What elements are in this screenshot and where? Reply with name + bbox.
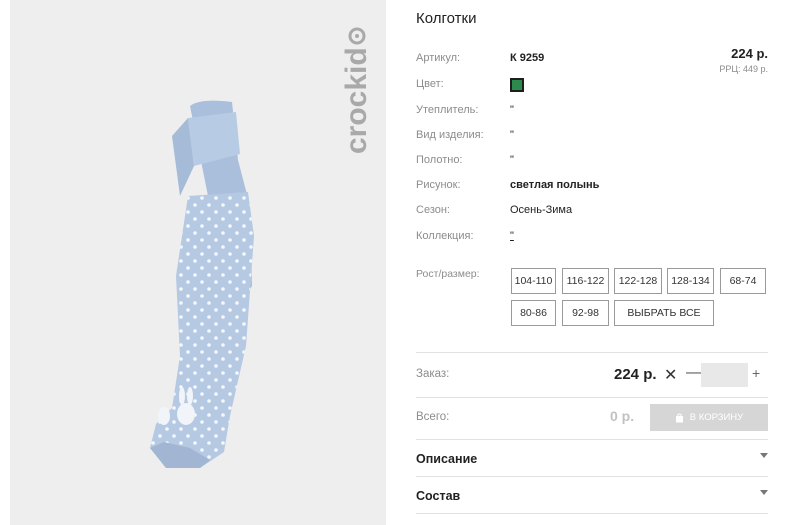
add-to-cart-button[interactable]: В КОРЗИНУ (650, 404, 768, 431)
add-to-cart-label: В КОРЗИНУ (689, 412, 744, 423)
decrease-quantity-button[interactable]: — (686, 364, 702, 382)
attr-value: " (510, 154, 514, 166)
divider (416, 397, 768, 398)
multiply-icon: ✕ (664, 367, 678, 384)
accordion-label: Описание (416, 452, 478, 466)
attr-value: К 9259 (510, 52, 545, 64)
attr-label: Цвет: (416, 78, 444, 90)
accordion-composition[interactable]: Состав (416, 486, 768, 506)
divider (416, 513, 768, 514)
size-option-128-134[interactable]: 128-134 (667, 268, 714, 294)
size-option-92-98[interactable]: 92-98 (562, 300, 609, 326)
attr-value: " (510, 129, 514, 141)
order-unit-price: 224 р. (614, 366, 657, 383)
attr-label: Коллекция: (416, 230, 474, 242)
attr-value: светлая полынь (510, 179, 600, 191)
attr-value: " (510, 104, 514, 116)
divider (416, 439, 768, 440)
select-all-sizes-button[interactable]: ВЫБРАТЬ ВСЕ (614, 300, 714, 326)
divider (416, 352, 768, 353)
collection-link[interactable]: " (510, 229, 514, 243)
attr-label: Артикул: (416, 52, 461, 64)
accordion-description[interactable]: Описание (416, 449, 768, 469)
size-option-68-74[interactable]: 68-74 (720, 268, 766, 294)
order-label: Заказ: (416, 368, 450, 380)
chevron-down-icon (760, 453, 768, 458)
attr-label: Утеплитель: (416, 104, 479, 116)
color-swatch[interactable] (510, 78, 524, 92)
attr-value: Осень-Зима (510, 204, 573, 216)
size-option-104-110[interactable]: 104-110 (511, 268, 556, 294)
shopping-bag-icon (675, 413, 683, 422)
quantity-input[interactable] (701, 363, 748, 387)
total-label: Всего: (416, 411, 450, 423)
tights-illustration (150, 100, 254, 468)
attr-label: Сезон: (416, 204, 450, 216)
crockid-logo: crockid (340, 27, 373, 154)
brand-wordmark: crockid (340, 47, 373, 154)
size-label: Рост/размер: (416, 268, 480, 280)
accordion-label: Состав (416, 489, 461, 503)
product-title: Колготки (416, 10, 477, 27)
size-option-116-122[interactable]: 116-122 (562, 268, 609, 294)
attr-label: Рисунок: (416, 179, 461, 191)
total-value: 0 р. (610, 408, 635, 424)
product-image: crockid (10, 0, 386, 525)
size-option-80-86[interactable]: 80-86 (511, 300, 556, 326)
divider (416, 476, 768, 477)
attr-label: Полотно: (416, 154, 463, 166)
chevron-down-icon (760, 490, 768, 495)
product-price: 224 р. (731, 46, 768, 61)
attr-label: Вид изделия: (416, 129, 484, 141)
increase-quantity-button[interactable]: + (752, 365, 760, 381)
recommended-price: РРЦ: 449 р. (719, 64, 768, 74)
size-option-122-128[interactable]: 122-128 (614, 268, 662, 294)
